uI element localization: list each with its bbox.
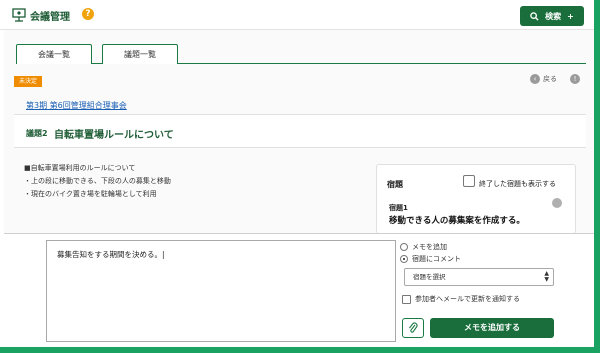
radio-button-checked[interactable] xyxy=(400,255,408,263)
agenda-body: ■自転車置場利用のルールについて ・上の段に移動できる、下段の人の募集と移動 ・… xyxy=(24,162,171,201)
show-done-label: 終了した宿題も表示する xyxy=(479,180,556,188)
radio-button[interactable] xyxy=(400,243,408,251)
radio-add-memo[interactable]: メモを追加 xyxy=(400,242,447,252)
back-arrow-icon: ‹ xyxy=(530,74,540,84)
homework-panel: 宿題 終了した宿題も表示する 宿題1 移動できる人の募集案を作成する。 xyxy=(376,164,576,234)
homework-select-value: 宿題を選択 xyxy=(413,273,446,281)
more-icon[interactable]: ! xyxy=(570,74,580,84)
main-content: 会議一覧 議題一覧 未決定 ‹ 戻る ! 第3期 第6回管理組合理事会 議題2 … xyxy=(4,30,594,234)
app-title: 会議管理 xyxy=(30,12,70,23)
radio-comment-label: 宿題にコメント xyxy=(412,255,461,263)
agenda-header: 議題2 自転車置場ルールについて xyxy=(14,114,586,148)
search-button[interactable]: 検索 + xyxy=(520,6,584,26)
show-done-checkbox[interactable] xyxy=(463,175,475,187)
app-header: 会議管理 ? 検索 + xyxy=(0,0,594,30)
attach-button[interactable] xyxy=(402,318,424,338)
notify-checkbox[interactable] xyxy=(402,294,411,304)
agenda-body-line: ・上の段に移動できる、下段の人の募集と移動 xyxy=(24,177,171,185)
memo-textarea[interactable]: 募集告知をする期間を決める。| xyxy=(46,240,396,342)
notify-option[interactable]: 参加者へメールで更新を通知する xyxy=(402,294,520,304)
select-arrows-icon: ▲ ▼ xyxy=(544,270,549,283)
agenda-body-line: ■自転車置場利用のルールについて xyxy=(24,164,136,172)
status-badge: 未決定 xyxy=(14,76,42,87)
homework-item-label: 宿題1 xyxy=(389,204,408,212)
agenda-body-line: ・現在のバイク置き場を駐輪場として利用 xyxy=(24,190,157,198)
add-memo-button[interactable]: メモを追加する xyxy=(430,318,554,338)
homework-title: 宿題 xyxy=(387,180,403,189)
back-button[interactable]: ‹ 戻る xyxy=(530,74,557,84)
agenda-title: 自転車置場ルールについて xyxy=(54,130,174,141)
plus-icon: + xyxy=(567,11,574,21)
back-label: 戻る xyxy=(543,75,557,83)
tab-agenda-list[interactable]: 議題一覧 xyxy=(102,44,178,64)
meeting-icon xyxy=(12,8,26,22)
radio-comment[interactable]: 宿題にコメント xyxy=(400,254,461,264)
search-button-label: 検索 xyxy=(545,11,562,21)
tab-bar: 会議一覧 議題一覧 xyxy=(16,44,586,64)
tab-meeting-list[interactable]: 会議一覧 xyxy=(16,44,92,64)
agenda-number: 議題2 xyxy=(26,129,48,138)
app-frame: 会議管理 ? 検索 + 会議一覧 議題一覧 未決定 ‹ 戻る ! 第3期 第6回… xyxy=(0,0,600,353)
search-icon xyxy=(530,11,539,21)
memo-panel: 募集告知をする期間を決める。| メモを追加 宿題にコメント 宿題を選択 ▲ ▼ 参… xyxy=(4,233,594,347)
notify-label: 参加者へメールで更新を通知する xyxy=(415,295,520,303)
paperclip-icon xyxy=(409,322,418,333)
homework-item-text: 移動できる人の募集案を作成する。 xyxy=(389,216,525,226)
meeting-link[interactable]: 第3期 第6回管理組合理事会 xyxy=(26,100,127,111)
question-icon[interactable]: ? xyxy=(82,8,94,20)
homework-select[interactable]: 宿題を選択 ▲ ▼ xyxy=(404,268,554,286)
scroll-indicator-icon xyxy=(552,198,562,208)
radio-add-memo-label: メモを追加 xyxy=(412,243,447,251)
